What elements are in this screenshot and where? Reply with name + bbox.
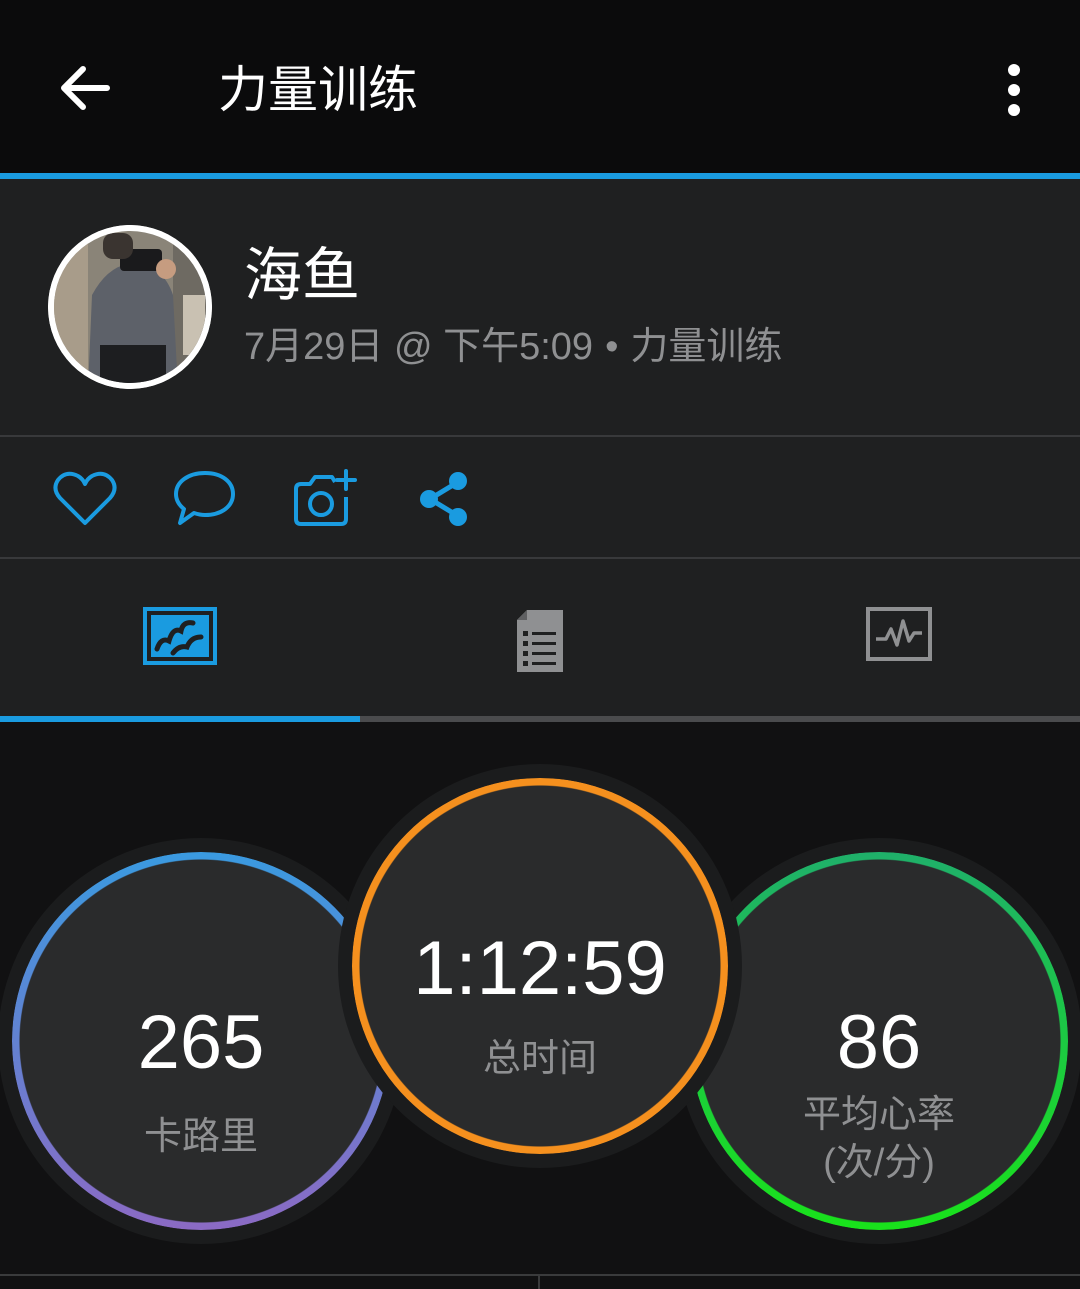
page-title: 力量训练 xyxy=(218,62,418,118)
more-vertical-icon xyxy=(1008,64,1020,116)
comment-button[interactable] xyxy=(170,467,240,531)
activity-date: 7月29日 xyxy=(244,326,384,368)
stats-section: 265 卡路里 86 平均心率 (次/分) 1:12:59 总时间 xyxy=(0,722,1080,1289)
add-photo-icon xyxy=(294,469,357,526)
tab-bar xyxy=(0,559,1080,716)
back-button[interactable] xyxy=(55,58,115,118)
document-list-icon xyxy=(517,610,563,672)
activity-type: 力量训练 xyxy=(630,326,783,368)
activity-meta: 7月29日 @ 下午5:09 • 力量训练 xyxy=(244,322,782,372)
heart-rate-chart-icon xyxy=(866,607,932,661)
heart-rate-circle: 86 平均心率 (次/分) xyxy=(690,852,1068,1230)
app-bar: 力量训练 xyxy=(0,0,1080,173)
total-time-circle: 1:12:59 总时间 xyxy=(352,778,728,1154)
calories-value: 265 xyxy=(137,1000,265,1085)
map-icon xyxy=(143,607,217,665)
total-time-label: 总时间 xyxy=(482,1038,597,1080)
heart-rate-unit: (次/分) xyxy=(823,1142,935,1184)
back-arrow-icon xyxy=(61,66,110,110)
activity-header: 海鱼 7月29日 @ 下午5:09 • 力量训练 xyxy=(0,179,1080,435)
heart-rate-value: 86 xyxy=(836,1000,922,1085)
action-row xyxy=(0,437,1080,557)
share-icon xyxy=(420,472,467,526)
divider-tick xyxy=(538,1274,540,1289)
heart-icon xyxy=(53,471,117,525)
comment-icon xyxy=(174,471,235,525)
calories-circle: 265 卡路里 xyxy=(12,852,390,1230)
calories-label: 卡路里 xyxy=(143,1116,258,1158)
tab-charts[interactable] xyxy=(720,559,1080,716)
meta-separator: • xyxy=(605,326,619,368)
more-options-button[interactable] xyxy=(994,60,1034,120)
tab-map[interactable] xyxy=(0,559,360,716)
tab-details[interactable] xyxy=(360,559,720,716)
heart-rate-label: 平均心率 xyxy=(802,1094,955,1136)
avatar-photo xyxy=(48,225,212,389)
avatar[interactable] xyxy=(48,225,212,389)
activity-time: 下午5:09 xyxy=(443,326,594,368)
divider xyxy=(0,1274,1080,1276)
user-name[interactable]: 海鱼 xyxy=(244,241,360,311)
add-photo-button[interactable] xyxy=(290,467,360,531)
share-button[interactable] xyxy=(410,467,480,531)
total-time-value: 1:12:59 xyxy=(413,926,667,1011)
at-sign: @ xyxy=(393,326,433,368)
like-button[interactable] xyxy=(50,467,120,531)
